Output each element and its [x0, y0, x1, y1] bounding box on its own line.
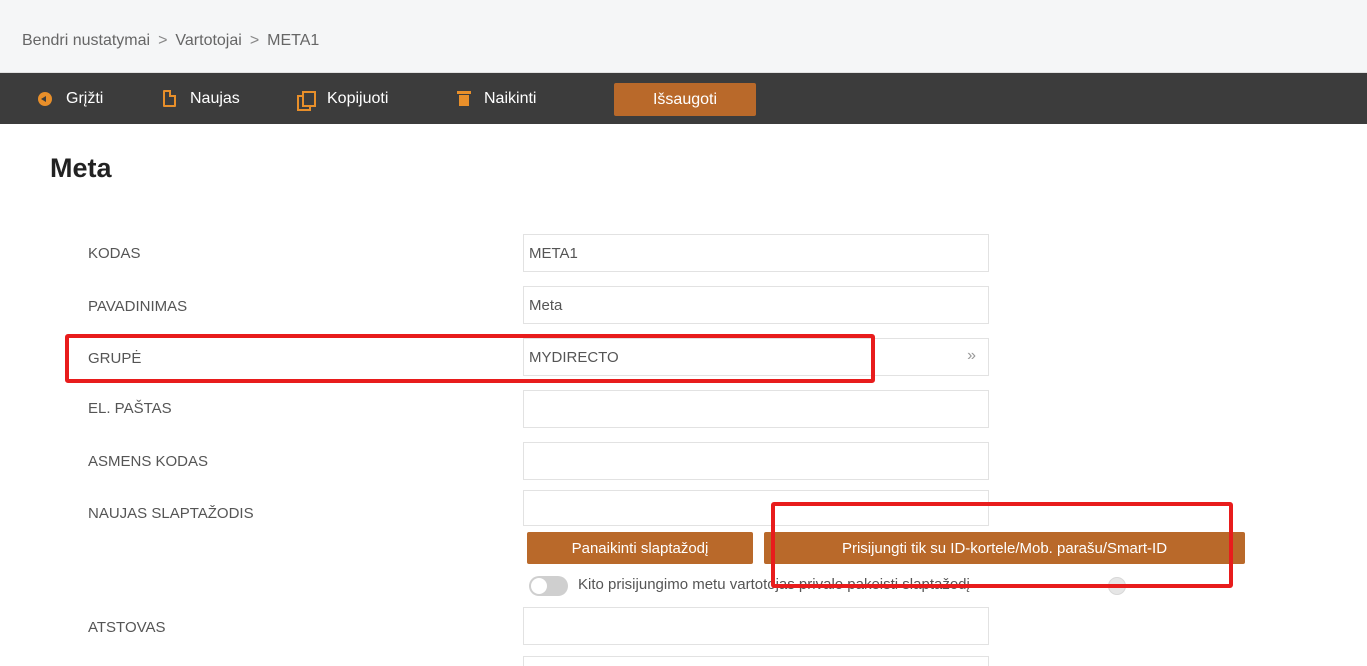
new-button[interactable]: Naujas	[163, 73, 240, 124]
email-field[interactable]	[523, 390, 989, 428]
kodas-field[interactable]	[523, 234, 989, 272]
password-field[interactable]	[523, 490, 989, 526]
page-title: Meta	[50, 153, 112, 183]
force-password-change-toggle[interactable]	[529, 576, 568, 596]
new-button-label: Naujas	[190, 89, 240, 107]
back-button[interactable]: Grįžti	[38, 73, 103, 124]
breadcrumb: Bendri nustatymai > Vartotojai > META1	[22, 32, 319, 50]
asmens-kodas-input[interactable]	[529, 443, 988, 479]
trash-icon	[457, 91, 471, 106]
chevron-double-right-icon[interactable]: »	[967, 347, 976, 365]
asmens-kodas-field[interactable]	[523, 442, 989, 480]
breadcrumb-separator: >	[158, 32, 168, 49]
status-text: Būklė: Pakeista	[775, 162, 886, 180]
grupe-input[interactable]	[529, 339, 988, 375]
email-input[interactable]	[529, 391, 988, 427]
document-icon	[163, 90, 176, 107]
breadcrumb-item-users[interactable]: Vartotojai	[175, 32, 241, 49]
save-button[interactable]: Išsaugoti	[614, 83, 756, 116]
delete-button-label: Naikinti	[484, 89, 537, 107]
force-password-change-label: Kito prisijungimo metu vartotojas prival…	[578, 576, 970, 593]
asmens-kodas-label: ASMENS KODAS	[88, 453, 209, 470]
help-icon[interactable]	[1108, 577, 1126, 595]
kodas-label: KODAS	[88, 245, 141, 262]
delete-button[interactable]: Naikinti	[457, 73, 537, 124]
el-pastas-label: EL. PAŠTAS	[88, 400, 172, 417]
copy-icon	[297, 90, 316, 111]
copy-button-label: Kopijuoti	[327, 89, 389, 107]
atstovas-field[interactable]	[523, 607, 989, 645]
breadcrumb-item-current: META1	[267, 32, 320, 49]
pavadinimas-label: PAVADINIMAS	[88, 298, 188, 315]
kodas-input[interactable]	[529, 235, 988, 271]
copy-button[interactable]: Kopijuoti	[297, 73, 388, 124]
grupe-label: GRUPĖ	[88, 350, 142, 367]
pavadinimas-field[interactable]	[523, 286, 989, 324]
breadcrumb-item-settings[interactable]: Bendri nustatymai	[22, 32, 150, 49]
back-button-label: Grįžti	[66, 89, 104, 107]
next-field-partial[interactable]	[523, 656, 989, 666]
login-id-only-button[interactable]: Prisijungti tik su ID-kortele/Mob. paraš…	[764, 532, 1245, 564]
naujas-slaptazodis-label: NAUJAS SLAPTAŽODIS	[88, 505, 254, 522]
password-input[interactable]	[529, 491, 988, 525]
breadcrumb-bar: Bendri nustatymai > Vartotojai > META1	[0, 0, 1367, 73]
breadcrumb-separator: >	[249, 32, 260, 49]
back-circle-icon	[38, 91, 52, 106]
grupe-field[interactable]: »	[523, 338, 989, 376]
pavadinimas-input[interactable]	[529, 287, 988, 323]
atstovas-input[interactable]	[529, 608, 988, 644]
toggle-knob	[531, 578, 547, 594]
clear-password-button[interactable]: Panaikinti slaptažodį	[527, 532, 753, 564]
atstovas-label: ATSTOVAS	[88, 619, 166, 636]
